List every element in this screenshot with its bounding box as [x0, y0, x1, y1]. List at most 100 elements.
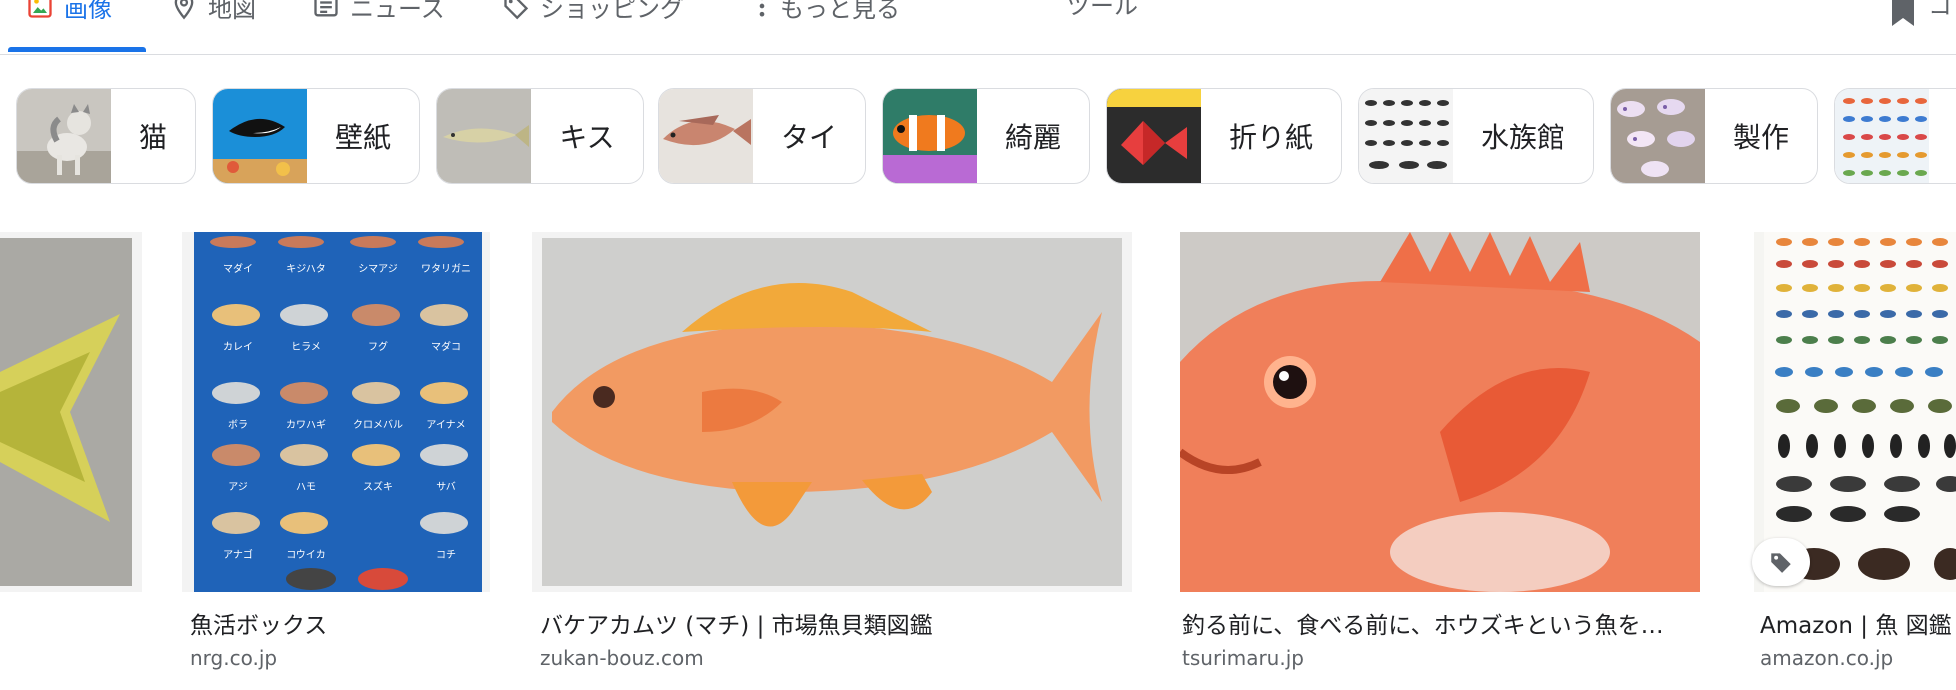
chip-label: タイ [780, 121, 837, 154]
search-tabs-bar: 画像 地図 ニュース ショッピング もっと見る ツール コ [0, 0, 1956, 55]
result-title[interactable]: Amazon | 魚 図鑑 [1760, 606, 1956, 640]
chip-partial[interactable] [1834, 88, 1956, 184]
tab-images-label: 画像 [64, 0, 112, 23]
poster-fish-illustration [420, 512, 468, 534]
poster-fish-illustration [418, 236, 464, 248]
poster-fish-illustration [212, 304, 260, 326]
poster-fish-label: ワタリガニ [421, 264, 471, 275]
chip-label: 水族館 [1480, 121, 1565, 154]
poster-fish-illustration [280, 444, 328, 466]
map-pin-icon [174, 0, 194, 20]
poster-fish-illustration [286, 568, 336, 590]
chip-label: 壁紙 [334, 121, 391, 154]
chip-label: 猫 [138, 121, 167, 154]
fish-craft-thumbnail [1611, 89, 1705, 183]
poster-fish-label: ボラ [228, 420, 248, 431]
poster-fish-label: キジハタ [286, 264, 326, 275]
fish-chart-thumbnail [1835, 89, 1929, 183]
poster-fish-label: クロメバル [353, 420, 403, 431]
poster-fish-label: カレイ [223, 342, 253, 353]
poster-fish-illustration [212, 444, 260, 466]
chip-label: 折り紙 [1228, 121, 1313, 154]
poster-fish-label: コチ [436, 550, 456, 561]
poster-fish-illustration [278, 236, 324, 248]
poster-fish-illustration [210, 236, 256, 248]
saved-label-partial[interactable]: コ [1928, 0, 1952, 26]
poster-fish-illustration [352, 444, 400, 466]
poster-fish-label: アジ [228, 482, 248, 493]
poster-fish-label: ヒラメ [291, 342, 321, 353]
poster-fish-label: シマアジ [358, 264, 398, 275]
poster-fish-label: アナゴ [223, 550, 253, 561]
poster-fish-label: アイナメ [426, 420, 466, 431]
tab-news[interactable]: ニュース [312, 0, 445, 26]
poster-fish-illustration [212, 512, 260, 534]
tai-fish-thumbnail [659, 89, 753, 183]
tab-more-label: もっと見る [780, 0, 900, 23]
result-title[interactable]: バケアカムツ (マチ) | 市場魚貝類図鑑 [540, 606, 1100, 640]
kisu-fish-thumbnail [437, 89, 531, 183]
poster-fish-label: フグ [368, 342, 388, 353]
tab-news-label: ニュース [350, 0, 445, 23]
result-image-partial[interactable] [0, 232, 142, 592]
clownfish-thumbnail [883, 89, 977, 183]
poster-fish-label: ハモ [296, 482, 316, 493]
chip-wallpaper[interactable]: 壁紙 [212, 88, 420, 184]
poster-fish-illustration [212, 382, 260, 404]
chip-cat[interactable]: 猫 [16, 88, 196, 184]
chip-kisu[interactable]: キス [436, 88, 644, 184]
chip-tai[interactable]: タイ [658, 88, 866, 184]
chip-label: 綺麗 [1004, 121, 1061, 154]
chip-label: 製作 [1732, 121, 1789, 154]
image-icon [28, 0, 52, 18]
tab-shopping[interactable]: ショッピング [502, 0, 684, 26]
origami-fish-thumbnail [1107, 89, 1201, 183]
result-source: zukan-bouz.com [540, 646, 704, 670]
result-title[interactable]: 釣る前に、食べる前に、ホウズキという魚を… [1182, 606, 1702, 640]
tag-icon [1771, 553, 1791, 573]
poster-fish-illustration [352, 304, 400, 326]
poster-fish-illustration [352, 382, 400, 404]
poster-fish-illustration [420, 444, 468, 466]
chip-beautiful[interactable]: 綺麗 [882, 88, 1090, 184]
news-icon [314, 0, 338, 17]
poster-fish-label: コウイカ [286, 550, 326, 561]
poster-fish-illustration [420, 304, 468, 326]
poster-fish-illustration [280, 512, 328, 534]
tab-images[interactable]: 画像 [26, 0, 112, 26]
result-image-fish-poster[interactable]: マダイ キジハタ シマアジ ワタリガニカレイ ヒラメ フグ マダコボラ カワハギ クロメバル アイ… [182, 232, 490, 592]
tools-button[interactable]: ツール [1066, 0, 1138, 26]
result-image-akamutsu[interactable] [532, 232, 1132, 592]
tab-more[interactable]: もっと見る [748, 0, 900, 26]
poster-fish-illustration [280, 304, 328, 326]
poster-fish-label: マダコ [431, 342, 461, 353]
result-image-hozuki[interactable] [1180, 232, 1700, 592]
result-source: tsurimaru.jp [1182, 646, 1304, 670]
chip-label: キス [559, 121, 615, 154]
poster-fish-label: マダイ [223, 264, 253, 275]
fish-poster: マダイ キジハタ シマアジ ワタリガニカレイ ヒラメ フグ マダコボラ カワハギ クロメバル アイ… [194, 232, 482, 592]
orca-wallpaper-thumbnail [213, 89, 307, 183]
chip-aquarium[interactable]: 水族館 [1358, 88, 1594, 184]
poster-fish-illustration [280, 382, 328, 404]
poster-fish-label: スズキ [363, 482, 393, 493]
chip-origami[interactable]: 折り紙 [1106, 88, 1342, 184]
tab-maps[interactable]: 地図 [170, 0, 256, 26]
result-source: nrg.co.jp [190, 646, 278, 670]
poster-fish-illustration [350, 236, 396, 248]
product-tag-button[interactable] [1752, 538, 1810, 586]
chip-craft[interactable]: 製作 [1610, 88, 1818, 184]
poster-fish-label: カワハギ [286, 420, 326, 431]
tag-icon [504, 0, 529, 20]
tab-shopping-label: ショッピング [540, 0, 684, 23]
poster-fish-illustration [358, 568, 408, 590]
active-tab-indicator [8, 47, 146, 52]
result-title[interactable]: 魚活ボックス [190, 606, 490, 640]
cat-thumbnail [17, 89, 111, 183]
poster-fish-illustration [420, 382, 468, 404]
aquarium-chart-thumbnail [1359, 89, 1453, 183]
tab-maps-label: 地図 [208, 0, 256, 23]
bookmark-icon[interactable] [1890, 0, 1916, 26]
poster-fish-label: サバ [436, 482, 456, 493]
more-vert-icon [759, 0, 765, 17]
